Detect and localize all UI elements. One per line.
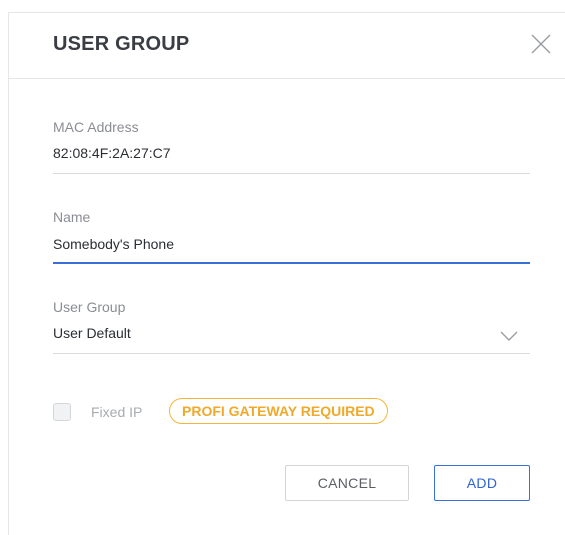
chevron-down-icon[interactable] — [499, 329, 519, 343]
user-group-divider — [53, 353, 530, 354]
mac-address-field: MAC Address 82:08:4F:2A:27:C7 — [53, 119, 530, 179]
mac-address-label: MAC Address — [53, 119, 139, 135]
user-group-label: User Group — [53, 299, 126, 315]
profi-gateway-required-badge: PROFI GATEWAY REQUIRED — [169, 398, 388, 424]
fixed-ip-row: Fixed IP PROFI GATEWAY REQUIRED — [53, 398, 453, 428]
add-button[interactable]: ADD — [434, 465, 530, 501]
name-input[interactable] — [53, 229, 530, 259]
mac-address-value: 82:08:4F:2A:27:C7 — [53, 145, 171, 161]
user-group-select[interactable]: User Group User Default — [53, 299, 530, 359]
cancel-button[interactable]: CANCEL — [285, 465, 409, 501]
close-button[interactable] — [529, 32, 553, 56]
dialog-title: USER GROUP — [53, 33, 190, 55]
close-icon — [531, 34, 551, 54]
name-label: Name — [53, 209, 91, 225]
fixed-ip-label: Fixed IP — [91, 404, 143, 420]
user-group-selected-value: User Default — [53, 325, 131, 341]
name-field: Name — [53, 209, 530, 269]
name-input-underline — [53, 262, 530, 264]
user-group-dialog: USER GROUP MAC Address 82:08:4F:2A:27:C7… — [8, 12, 565, 535]
fixed-ip-checkbox[interactable] — [53, 403, 71, 421]
mac-address-divider — [53, 173, 530, 174]
dialog-header: USER GROUP — [9, 13, 565, 79]
